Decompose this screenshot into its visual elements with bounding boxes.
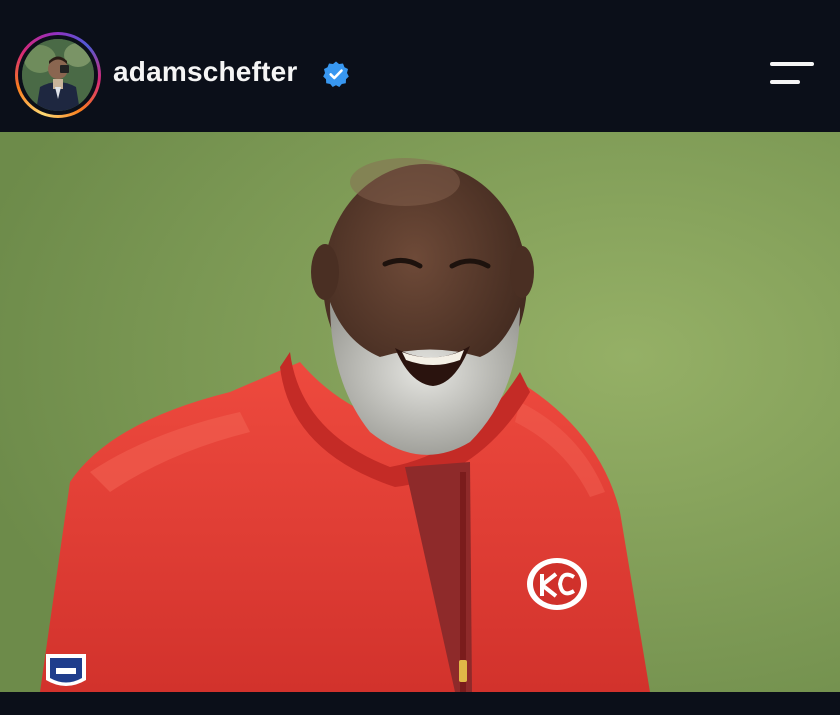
menu-icon[interactable] — [766, 56, 818, 92]
verified-badge-icon — [323, 61, 349, 87]
post-photo[interactable] — [0, 132, 840, 692]
post-view: adamschefter — [0, 0, 840, 715]
avatar-story-ring[interactable] — [15, 32, 101, 118]
post-photo-illustration — [0, 132, 840, 692]
menu-icon-bar-top — [770, 62, 814, 66]
bottom-strip — [0, 692, 840, 715]
avatar[interactable] — [22, 39, 94, 111]
avatar-image — [22, 39, 94, 111]
team-logo-patch — [527, 558, 587, 610]
league-shield-patch — [46, 654, 86, 686]
post-header: adamschefter — [0, 0, 840, 132]
username[interactable]: adamschefter — [113, 56, 297, 88]
menu-icon-bar-bottom — [770, 80, 800, 84]
